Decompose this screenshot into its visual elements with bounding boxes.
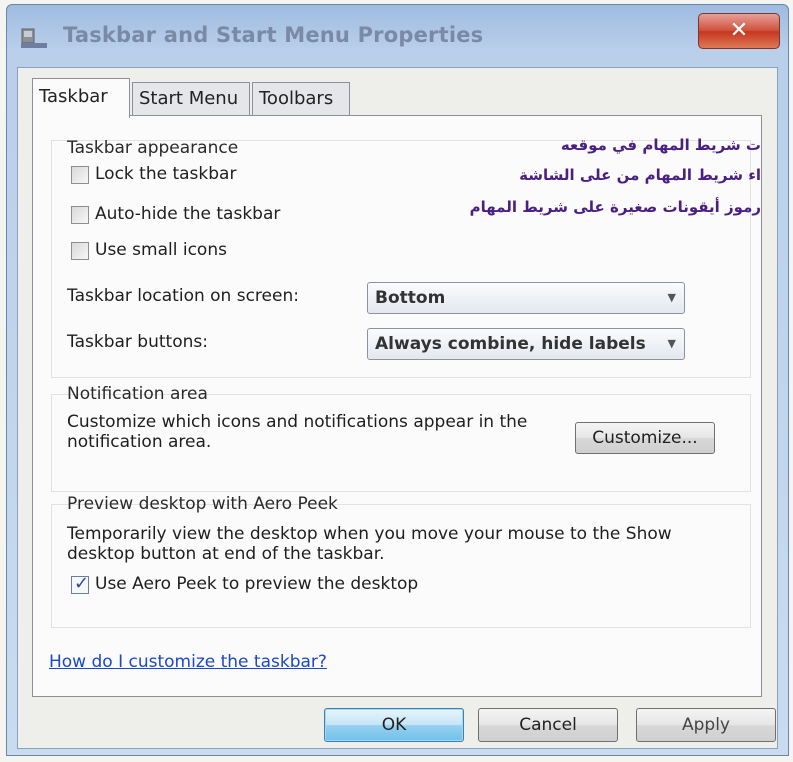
auto-hide-label[interactable]: Auto-hide the taskbar	[95, 204, 280, 224]
tab-taskbar[interactable]: Taskbar	[32, 78, 130, 118]
taskbar-tab-panel: Taskbar appearance Lock the taskbar Auto…	[32, 115, 762, 697]
small-icons-label[interactable]: Use small icons	[95, 240, 227, 260]
taskbar-properties-icon	[21, 28, 47, 48]
aero-peek-description: Temporarily view the desktop when you mo…	[67, 524, 672, 564]
taskbar-location-value: Bottom	[375, 288, 446, 308]
chevron-down-icon: ▼	[667, 291, 676, 304]
close-icon: ✕	[729, 18, 749, 43]
title-bar[interactable]: Taskbar and Start Menu Properties ✕	[7, 5, 788, 69]
close-button[interactable]: ✕	[698, 13, 780, 49]
tab-start-menu[interactable]: Start Menu	[132, 82, 250, 116]
dialog-body: Taskbar Start Menu Toolbars Taskbar appe…	[17, 67, 778, 749]
notification-area-description: Customize which icons and notifications …	[67, 412, 528, 452]
aero-peek-title: Preview desktop with Aero Peek	[67, 494, 338, 514]
tab-toolbars[interactable]: Toolbars	[252, 82, 350, 116]
properties-window: Taskbar and Start Menu Properties ✕ Task…	[6, 4, 789, 756]
apply-button[interactable]: Apply	[636, 708, 776, 742]
aero-peek-checkbox[interactable]: ✓	[71, 573, 90, 594]
notification-area-title: Notification area	[67, 384, 208, 404]
window-title: Taskbar and Start Menu Properties	[63, 23, 484, 47]
customize-button[interactable]: Customize...	[575, 422, 715, 454]
taskbar-buttons-select[interactable]: Always combine, hide labels ▼	[367, 328, 685, 360]
taskbar-location-label: Taskbar location on screen:	[67, 286, 299, 306]
help-link[interactable]: How do I customize the taskbar?	[49, 652, 327, 672]
aero-peek-group	[51, 504, 751, 628]
lock-taskbar-checkbox[interactable]	[71, 166, 89, 184]
aero-peek-label[interactable]: Use Aero Peek to preview the desktop	[95, 574, 418, 594]
lock-taskbar-label[interactable]: Lock the taskbar	[95, 164, 236, 184]
cancel-button[interactable]: Cancel	[478, 708, 618, 742]
annotation-lock: ت شريط المهام في موقعه	[560, 136, 761, 154]
annotation-small-icons: رموز أيقونات صغيرة على شريط المهام	[469, 198, 761, 216]
taskbar-buttons-label: Taskbar buttons:	[67, 332, 208, 352]
taskbar-appearance-title: Taskbar appearance	[67, 138, 239, 158]
chevron-down-icon: ▼	[667, 337, 676, 350]
taskbar-location-select[interactable]: Bottom ▼	[367, 282, 685, 314]
annotation-autohide: اء شريط المهام من على الشاشة	[519, 166, 761, 184]
auto-hide-checkbox[interactable]	[71, 206, 89, 224]
taskbar-buttons-value: Always combine, hide labels	[375, 334, 646, 354]
checkmark-icon: ✓	[74, 573, 90, 594]
small-icons-checkbox[interactable]	[71, 242, 89, 260]
ok-button[interactable]: OK	[324, 708, 464, 742]
